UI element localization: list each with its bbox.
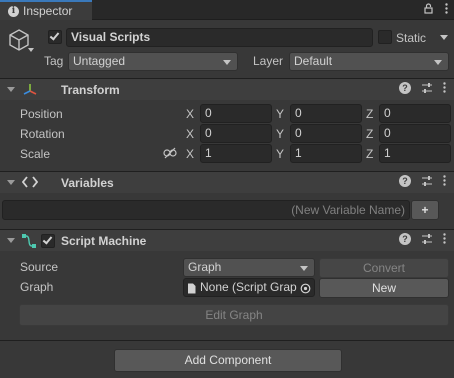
info-icon: i: [8, 5, 19, 17]
object-name-field[interactable]: Visual Scripts: [66, 28, 373, 47]
more-options-icon[interactable]: [443, 175, 446, 190]
help-icon[interactable]: ?: [399, 175, 411, 187]
new-graph-button[interactable]: New: [319, 278, 449, 298]
script-machine-icon: [21, 233, 37, 252]
scale-z-field[interactable]: 1: [379, 144, 451, 163]
source-value: Graph: [188, 260, 222, 274]
scale-z-axis[interactable]: Z: [366, 147, 373, 161]
tag-value: Untagged: [73, 54, 126, 68]
source-label: Source: [20, 260, 59, 274]
help-icon[interactable]: ?: [399, 82, 411, 94]
edit-graph-button[interactable]: Edit Graph: [19, 304, 449, 326]
source-dropdown[interactable]: Graph: [183, 258, 315, 277]
layer-dropdown[interactable]: Default: [289, 52, 449, 71]
presets-icon[interactable]: [421, 233, 433, 248]
tab-tools: [424, 3, 448, 17]
scale-x-field[interactable]: 1: [200, 144, 272, 163]
script-machine-header[interactable]: Script Machine ?: [0, 229, 454, 251]
tag-label: Tag: [44, 54, 64, 68]
add-variable-button[interactable]: +: [411, 200, 439, 220]
chevron-down-icon: [434, 60, 442, 65]
component-divider: [0, 340, 454, 341]
position-y-field[interactable]: 0: [290, 104, 362, 123]
object-picker-icon[interactable]: [300, 282, 311, 296]
presets-icon[interactable]: [421, 175, 433, 190]
variables-title: Variables: [61, 176, 114, 190]
constrain-proportions-icon[interactable]: [163, 147, 177, 162]
new-variable-name-field[interactable]: (New Variable Name): [2, 200, 410, 220]
graph-object-field[interactable]: None (Script Grap: [183, 278, 315, 297]
layer-label: Layer: [253, 54, 284, 68]
rotation-label: Rotation: [20, 127, 65, 141]
script-machine-enabled-checkbox[interactable]: [41, 234, 55, 248]
static-dropdown-icon[interactable]: [440, 35, 448, 40]
position-z-field[interactable]: 0: [379, 104, 451, 123]
rotation-x-axis[interactable]: X: [186, 127, 194, 141]
rotation-y-axis[interactable]: Y: [276, 127, 284, 141]
tab-bar: i Inspector: [0, 0, 454, 20]
script-machine-title: Script Machine: [61, 234, 147, 248]
transform-title: Transform: [61, 83, 120, 97]
foldout-arrow-icon[interactable]: [7, 238, 15, 243]
gameobject-icon-dropdown[interactable]: [28, 48, 34, 52]
tag-dropdown[interactable]: Untagged: [68, 52, 238, 71]
presets-icon[interactable]: [421, 82, 433, 97]
tab-inspector[interactable]: i Inspector: [0, 0, 92, 20]
variables-header[interactable]: Variables ?: [0, 171, 454, 193]
more-options-icon[interactable]: [443, 82, 446, 97]
static-label: Static: [396, 31, 427, 45]
variables-tools: ?: [399, 175, 446, 190]
tab-inspector-label: Inspector: [23, 4, 73, 18]
scale-label: Scale: [20, 147, 51, 161]
document-icon: [187, 282, 196, 296]
transform-header[interactable]: Transform ?: [0, 78, 454, 100]
rotation-z-field[interactable]: 0: [379, 124, 451, 143]
transform-tools: ?: [399, 82, 446, 97]
static-checkbox[interactable]: [378, 30, 392, 44]
graph-label: Graph: [20, 280, 54, 294]
position-x-field[interactable]: 0: [200, 104, 272, 123]
chevron-down-icon: [223, 60, 231, 65]
lock-icon[interactable]: [424, 3, 433, 17]
scale-y-field[interactable]: 1: [290, 144, 362, 163]
scale-y-axis[interactable]: Y: [276, 147, 284, 161]
foldout-arrow-icon[interactable]: [7, 180, 15, 185]
rotation-x-field[interactable]: 0: [200, 124, 272, 143]
more-options-icon[interactable]: [445, 3, 448, 17]
position-x-axis[interactable]: X: [186, 107, 194, 121]
graph-value: None (Script Grap: [200, 280, 297, 294]
position-z-axis[interactable]: Z: [366, 107, 373, 121]
chevron-down-icon: [300, 266, 308, 271]
position-y-axis[interactable]: Y: [276, 107, 284, 121]
active-checkbox[interactable]: [48, 30, 62, 44]
layer-value: Default: [294, 54, 333, 68]
script-machine-tools: ?: [399, 233, 446, 248]
gameobject-icon: [8, 28, 30, 55]
rotation-z-axis[interactable]: Z: [366, 127, 373, 141]
position-label: Position: [20, 107, 63, 121]
rotation-y-field[interactable]: 0: [290, 124, 362, 143]
help-icon[interactable]: ?: [399, 233, 411, 245]
more-options-icon[interactable]: [443, 233, 446, 248]
add-component-button[interactable]: Add Component: [114, 349, 342, 372]
scale-x-axis[interactable]: X: [186, 147, 194, 161]
new-variable-placeholder: (New Variable Name): [291, 203, 405, 217]
convert-button[interactable]: Convert: [319, 258, 449, 278]
transform-icon: [22, 82, 38, 101]
code-brackets-icon: [21, 176, 39, 191]
foldout-arrow-icon[interactable]: [7, 87, 15, 92]
